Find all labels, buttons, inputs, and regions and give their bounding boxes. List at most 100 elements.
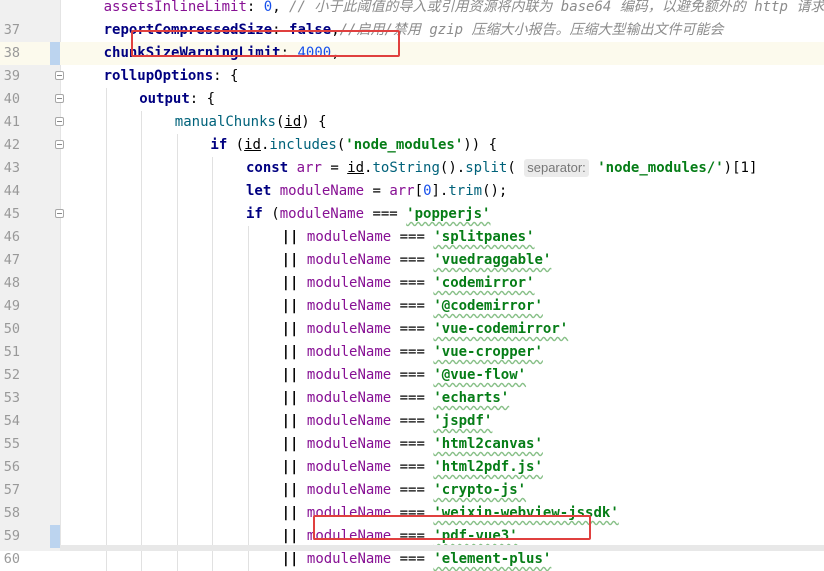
code-line[interactable]: 41 manualChunks(id) { xyxy=(0,111,824,134)
indent-guide xyxy=(105,203,107,226)
code-line[interactable]: 55 || moduleName === 'html2canvas' xyxy=(0,433,824,456)
fold-toggle-icon[interactable] xyxy=(55,140,64,149)
code-line[interactable]: 50 || moduleName === 'vue-codemirror' xyxy=(0,318,824,341)
indent-guide xyxy=(176,433,178,456)
code-line[interactable]: 37 reportCompressedSize: false,//启用/禁用 gz… xyxy=(0,19,824,42)
code-token: === xyxy=(364,206,407,222)
code-line[interactable]: 45 if (moduleName === 'popperjs' xyxy=(0,203,824,226)
code-token: 'node_modules' xyxy=(345,137,464,153)
indent-guide xyxy=(248,341,249,364)
indent-guide xyxy=(176,318,178,341)
code-token: rollupOptions xyxy=(103,68,214,84)
code-token: || xyxy=(281,551,299,567)
code-text: || moduleName === 'html2canvas' xyxy=(282,433,543,456)
code-token: moduleName xyxy=(306,482,392,498)
indent-guide xyxy=(212,249,214,272)
line-number: 50 xyxy=(3,321,20,337)
code-line[interactable]: 52 || moduleName === '@vue-flow' xyxy=(0,364,824,387)
indent-guide xyxy=(212,226,214,249)
code-editor[interactable]: assetsInlineLimit: 0, // 小于此阈值的导入或引用资源将内… xyxy=(0,0,824,571)
indent-guide xyxy=(176,226,178,249)
code-token: const xyxy=(246,160,289,176)
line-number: 56 xyxy=(3,459,20,475)
indent-guide xyxy=(141,318,143,341)
code-line[interactable]: 38 chunkSizeWarningLimit: 4000, xyxy=(0,42,824,65)
indent-guide xyxy=(212,548,214,571)
indent-guide xyxy=(248,364,249,387)
indent-guide xyxy=(248,502,249,525)
fold-toggle-icon[interactable] xyxy=(55,209,64,218)
indent-guide xyxy=(141,433,143,456)
code-token: toString xyxy=(372,160,440,176)
code-line[interactable]: 53 || moduleName === 'echarts' xyxy=(0,387,824,410)
indent-guide xyxy=(141,203,143,226)
code-token: : xyxy=(246,0,264,15)
code-token: moduleName xyxy=(306,459,392,475)
code-token: || xyxy=(281,321,299,337)
fold-toggle-icon[interactable] xyxy=(55,94,64,103)
indent-guide xyxy=(248,548,249,571)
code-token: )) { xyxy=(463,137,498,153)
line-number: 55 xyxy=(3,436,20,452)
code-line[interactable]: 44 let moduleName = arr[0].trim(); xyxy=(0,180,824,203)
code-token: === xyxy=(391,413,434,429)
code-line[interactable]: 42 if (id.includes('node_modules')) { xyxy=(0,134,824,157)
indent-guide xyxy=(176,479,178,502)
code-line[interactable]: 51 || moduleName === 'vue-cropper' xyxy=(0,341,824,364)
indent-guide xyxy=(141,548,143,571)
code-token: 'crypto-js' xyxy=(433,482,527,498)
code-token: 'splitpanes' xyxy=(433,229,535,245)
line-number: 57 xyxy=(3,482,20,498)
line-number: 48 xyxy=(3,275,20,291)
code-text: || moduleName === 'crypto-js' xyxy=(282,479,526,502)
code-token: || xyxy=(281,459,299,475)
indent-guide xyxy=(105,318,107,341)
indent-guide xyxy=(141,134,143,157)
code-token: === xyxy=(391,344,434,360)
indent-guide xyxy=(105,249,107,272)
indent-guide xyxy=(141,180,143,203)
code-token: id xyxy=(284,114,302,130)
indent-guide xyxy=(176,456,178,479)
code-line[interactable]: 48 || moduleName === 'codemirror' xyxy=(0,272,824,295)
indent-guide xyxy=(141,226,143,249)
code-token: 'popperjs' xyxy=(406,206,491,222)
code-text: if (moduleName === 'popperjs' xyxy=(246,203,490,226)
code-line[interactable]: 40 output: { xyxy=(0,88,824,111)
indent-guide xyxy=(141,249,143,272)
code-token: === xyxy=(391,275,434,291)
line-number: 59 xyxy=(3,528,20,544)
code-token: || xyxy=(281,436,299,452)
fold-toggle-icon[interactable] xyxy=(55,117,64,126)
code-line[interactable]: 47 || moduleName === 'vuedraggable' xyxy=(0,249,824,272)
code-line[interactable]: 56 || moduleName === 'html2pdf.js' xyxy=(0,456,824,479)
code-line[interactable]: assetsInlineLimit: 0, // 小于此阈值的导入或引用资源将内… xyxy=(0,0,824,19)
indent-guide xyxy=(248,387,249,410)
code-line[interactable]: 39 rollupOptions: { xyxy=(0,65,824,88)
code-line[interactable]: 57 || moduleName === 'crypto-js' xyxy=(0,479,824,502)
code-line[interactable]: 46 || moduleName === 'splitpanes' xyxy=(0,226,824,249)
line-number: 45 xyxy=(3,206,20,222)
indent-guide xyxy=(212,341,214,364)
code-token: , xyxy=(272,0,281,15)
indent-guide xyxy=(141,341,143,364)
code-token: || xyxy=(281,298,299,314)
code-line[interactable]: 60 || moduleName === 'element-plus' xyxy=(0,548,824,571)
fold-toggle-icon[interactable] xyxy=(55,71,64,80)
code-line[interactable]: 43 const arr = id.toString().split( separ… xyxy=(0,157,824,180)
indent-guide xyxy=(176,134,178,157)
line-number: 39 xyxy=(3,68,20,84)
indent-guide xyxy=(105,456,107,479)
code-token: manualChunks xyxy=(174,114,276,130)
code-line[interactable]: 54 || moduleName === 'jspdf' xyxy=(0,410,824,433)
indent-guide xyxy=(105,134,107,157)
code-line[interactable]: 49 || moduleName === '@codemirror' xyxy=(0,295,824,318)
code-token: ( xyxy=(227,137,245,153)
horizontal-scrollbar[interactable] xyxy=(60,545,824,551)
